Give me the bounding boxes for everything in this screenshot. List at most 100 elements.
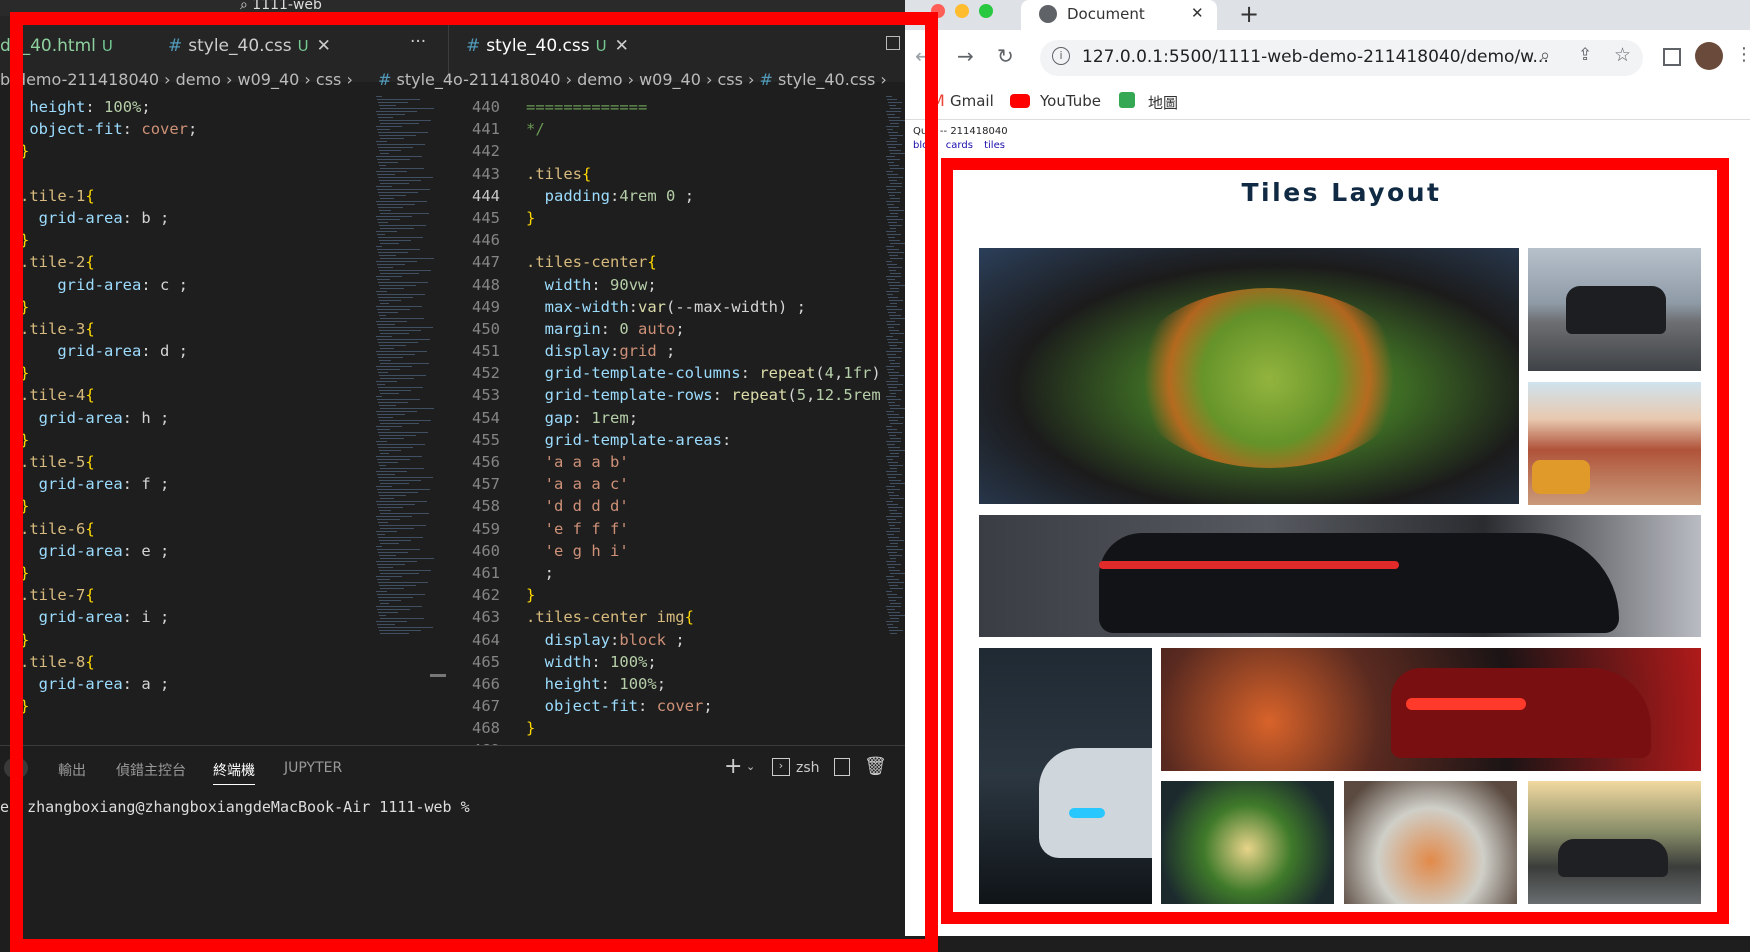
code-line[interactable]: .tile-8{ xyxy=(20,651,370,673)
reload-icon[interactable]: ↻ xyxy=(997,44,1014,68)
breadcrumb-item[interactable]: demo xyxy=(176,70,221,89)
bookmark-gmail[interactable]: Gmail xyxy=(950,92,994,110)
code-line[interactable]: height: 100%; xyxy=(20,96,370,118)
trash-icon[interactable]: 🗑 xyxy=(864,756,887,777)
breadcrumb-item[interactable]: b-demo-211418040 xyxy=(0,70,159,89)
code-line[interactable]: } xyxy=(20,495,370,517)
code-line[interactable]: grid-area: e ; xyxy=(20,540,370,562)
nav-link-tiles[interactable]: tiles xyxy=(984,140,1005,151)
panel-indicator-icon[interactable] xyxy=(4,758,28,778)
tab-css-file-left[interactable]: # style_40.css U ✕ xyxy=(168,36,331,56)
code-line[interactable]: 464 display:block ; xyxy=(452,629,882,651)
bookmark-youtube[interactable]: YouTube xyxy=(1040,92,1101,110)
code-line[interactable]: 456 'a a a b' xyxy=(452,451,882,473)
code-line[interactable]: 459 'e f f f' xyxy=(452,518,882,540)
code-line[interactable]: grid-area: h ; xyxy=(20,407,370,429)
code-line[interactable]: grid-area: b ; xyxy=(20,207,370,229)
code-line[interactable]: 442 xyxy=(452,140,882,162)
code-line[interactable]: grid-area: a ; xyxy=(20,673,370,695)
share-icon[interactable]: ⇪ xyxy=(1578,45,1592,65)
code-line[interactable]: .tile-4{ xyxy=(20,384,370,406)
minimap-right[interactable] xyxy=(884,96,905,746)
back-icon[interactable]: ← xyxy=(915,44,932,68)
code-line[interactable]: 465 width: 100%; xyxy=(452,651,882,673)
code-line[interactable]: 449 max-width:var(--max-width) ; xyxy=(452,296,882,318)
code-line[interactable]: 468} xyxy=(452,717,882,739)
code-line[interactable]: grid-area: i ; xyxy=(20,606,370,628)
code-line[interactable]: .tile-6{ xyxy=(20,518,370,540)
code-line[interactable]: .tile-1{ xyxy=(20,185,370,207)
breadcrumb-item[interactable]: w09_40 xyxy=(639,70,701,89)
close-icon[interactable]: ✕ xyxy=(615,36,629,56)
forward-icon[interactable]: → xyxy=(957,44,974,68)
breadcrumb-item[interactable]: style_4o-211418040 xyxy=(397,70,561,89)
more-actions-icon[interactable]: ··· xyxy=(410,32,426,52)
code-pane-left[interactable]: height: 100%; object-fit: cover;} .tile-1… xyxy=(20,96,370,746)
tab-html-file[interactable]: dg_40.html U xyxy=(0,36,113,56)
code-line[interactable]: .tile-3{ xyxy=(20,318,370,340)
code-line[interactable]: .tile-2{ xyxy=(20,251,370,273)
avatar[interactable] xyxy=(1695,42,1723,70)
code-line[interactable]: 454 gap: 1rem; xyxy=(452,407,882,429)
new-terminal-icon[interactable]: + xyxy=(724,754,742,779)
menu-icon[interactable]: ⋮ xyxy=(1735,44,1750,65)
code-line[interactable]: } xyxy=(20,296,370,318)
bookmark-maps[interactable]: 地圖 xyxy=(1148,92,1178,113)
side-panel-icon[interactable] xyxy=(1663,48,1681,66)
code-line[interactable]: } xyxy=(20,429,370,451)
code-line[interactable]: .tile-5{ xyxy=(20,451,370,473)
zoom-icon[interactable]: ⌕ xyxy=(1540,45,1550,66)
code-line[interactable]: grid-area: f ; xyxy=(20,473,370,495)
code-line[interactable]: 462} xyxy=(452,584,882,606)
breadcrumb-item[interactable]: w09_40 xyxy=(238,70,300,89)
code-line[interactable]: 447 .tiles-center{ xyxy=(452,251,882,273)
close-icon[interactable]: ✕ xyxy=(317,36,331,56)
code-line[interactable]: 443 .tiles{ xyxy=(452,163,882,185)
command-center-search[interactable]: ⌕ 1111-web xyxy=(240,0,322,13)
code-line[interactable]: grid-area: c ; xyxy=(20,274,370,296)
minimize-window-button[interactable] xyxy=(955,4,969,18)
breadcrumb-item[interactable]: css xyxy=(316,70,341,89)
code-line[interactable]: 441 */ xyxy=(452,118,882,140)
code-line[interactable]: 460 'e g h i' xyxy=(452,540,882,562)
split-terminal-icon[interactable] xyxy=(834,758,850,776)
scrollbar-thumb-left[interactable] xyxy=(430,674,446,677)
nav-link-blog[interactable]: blog xyxy=(913,140,935,151)
bookmark-star-icon[interactable]: ☆ xyxy=(1614,44,1631,66)
code-line[interactable]: 467 object-fit: cover; xyxy=(452,695,882,717)
code-line[interactable]: 446 xyxy=(452,229,882,251)
code-line[interactable]: } xyxy=(20,695,370,717)
breadcrumb-item[interactable]: demo xyxy=(577,70,622,89)
code-line[interactable]: 457 'a a a c' xyxy=(452,473,882,495)
code-line[interactable] xyxy=(20,163,370,185)
code-line[interactable]: 453 grid-template-rows: repeat(5,12.5rem… xyxy=(452,384,882,406)
code-line[interactable]: 440 ============= xyxy=(452,96,882,118)
code-line[interactable]: } xyxy=(20,229,370,251)
terminal-output[interactable]: e) zhangboxiang@zhangboxiangdeMacBook-Ai… xyxy=(0,798,470,816)
code-line[interactable]: grid-area: d ; xyxy=(20,340,370,362)
code-line[interactable]: 445} xyxy=(452,207,882,229)
address-bar[interactable]: i 127.0.0.1:5500/1111-web-demo-211418040… xyxy=(1040,40,1643,76)
chevron-down-icon[interactable]: ⌄ xyxy=(746,760,755,773)
code-line[interactable]: 461 ; xyxy=(452,562,882,584)
code-line[interactable]: } xyxy=(20,140,370,162)
tab-jupyter[interactable]: JUPYTER xyxy=(284,760,342,776)
breadcrumb-item[interactable]: css xyxy=(717,70,742,89)
maximize-window-button[interactable] xyxy=(979,4,993,18)
tab-debug-console[interactable]: 偵錯主控台 xyxy=(116,760,186,780)
code-line[interactable]: 466 height: 100%; xyxy=(452,673,882,695)
code-line[interactable]: 444 padding:4rem 0 ; xyxy=(452,185,882,207)
code-line[interactable]: 448 width: 90vw; xyxy=(452,274,882,296)
code-line[interactable]: 452 grid-template-columns: repeat(4,1fr)… xyxy=(452,362,882,384)
tab-terminal[interactable]: 終端機 xyxy=(213,760,255,785)
browser-tab-document[interactable]: Document ✕ xyxy=(1021,0,1217,30)
code-line[interactable]: 463 .tiles-center img{ xyxy=(452,606,882,628)
shell-name[interactable]: zsh xyxy=(796,760,820,776)
code-line[interactable]: 450 margin: 0 auto; xyxy=(452,318,882,340)
code-line[interactable]: object-fit: cover; xyxy=(20,118,370,140)
code-line[interactable]: } xyxy=(20,562,370,584)
breadcrumb-item[interactable]: style_40.css xyxy=(778,70,875,89)
tab-output[interactable]: 輸出 xyxy=(58,760,86,780)
minimap-left[interactable] xyxy=(374,96,434,746)
code-pane-right[interactable]: 440 ============= 441 */442 443 .tiles{444 pa… xyxy=(452,96,882,746)
